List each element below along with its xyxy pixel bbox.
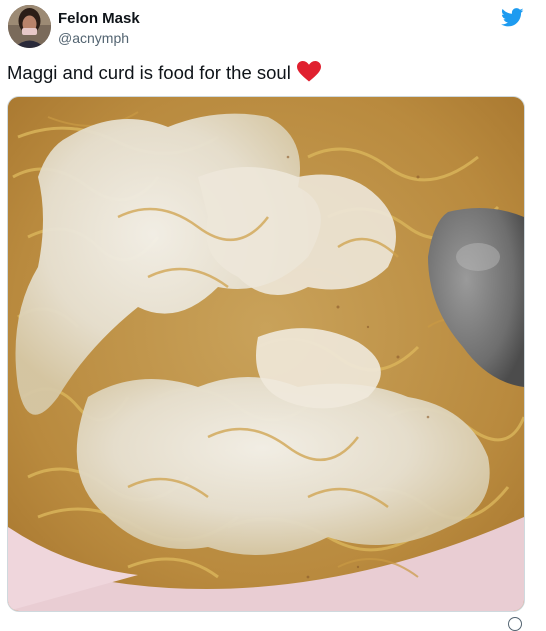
display-name[interactable]: Felon Mask — [58, 10, 140, 28]
tweet-card: Felon Mask @acnymph Maggi and curd is fo… — [0, 0, 546, 631]
tweet-photo[interactable] — [7, 96, 525, 612]
user-handle[interactable]: @acnymph — [58, 29, 140, 47]
author-block: Felon Mask @acnymph — [58, 10, 140, 47]
twitter-bird-icon[interactable] — [501, 8, 524, 27]
tweet-text: Maggi and curd is food for the soul — [7, 60, 321, 89]
info-icon[interactable] — [508, 617, 522, 631]
tweet-text-content: Maggi and curd is food for the soul — [7, 62, 291, 83]
red-heart-icon — [296, 61, 321, 89]
avatar[interactable] — [8, 5, 51, 48]
